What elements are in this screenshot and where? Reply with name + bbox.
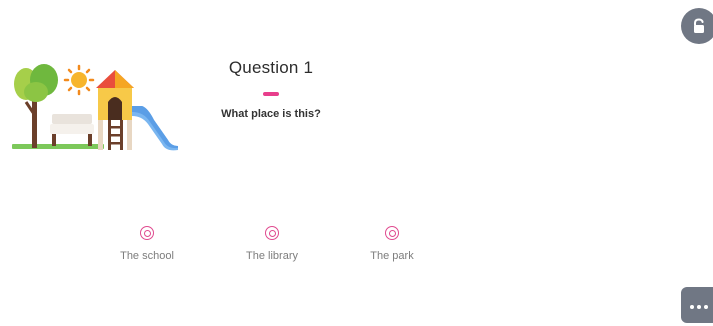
- lock-icon: [694, 18, 704, 33]
- lock-button[interactable]: [681, 8, 713, 44]
- radio-button[interactable]: [140, 226, 154, 240]
- question-title: Question 1: [228, 58, 314, 77]
- option-label: The school: [120, 250, 174, 262]
- answer-option-library[interactable]: The library: [227, 226, 317, 262]
- option-label: The library: [246, 250, 298, 262]
- more-options-button[interactable]: [681, 287, 713, 323]
- more-dots-icon: [690, 296, 711, 314]
- radio-button[interactable]: [385, 226, 399, 240]
- answer-option-park[interactable]: The park: [347, 226, 437, 262]
- answer-option-school[interactable]: The school: [102, 226, 192, 262]
- radio-button[interactable]: [265, 226, 279, 240]
- option-label: The park: [370, 250, 414, 262]
- question-prompt: What place is this?: [221, 108, 321, 120]
- sun-icon: [63, 64, 95, 96]
- title-accent-bar: [263, 92, 279, 96]
- quiz-page: Question 1 What place is this? The schoo…: [0, 0, 713, 326]
- playground-illustration: [12, 64, 178, 151]
